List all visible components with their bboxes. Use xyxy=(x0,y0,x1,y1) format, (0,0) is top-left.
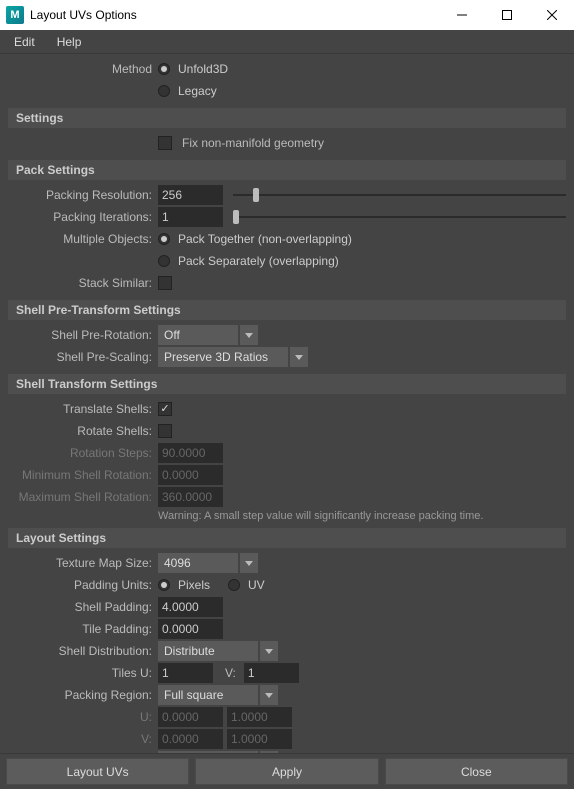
shell-distribution-label: Shell Distribution: xyxy=(8,644,158,658)
packing-iterations-slider[interactable] xyxy=(233,207,566,227)
u-min-field xyxy=(158,707,223,727)
window-title: Layout UVs Options xyxy=(30,8,137,22)
close-button[interactable] xyxy=(529,0,574,30)
shell-padding-label: Shell Padding: xyxy=(8,600,158,614)
scale-mode-dropdown[interactable]: Uniform xyxy=(158,750,278,753)
tile-padding-field[interactable] xyxy=(158,619,223,639)
packing-resolution-field[interactable] xyxy=(158,185,223,205)
method-label: Method xyxy=(8,62,158,76)
texture-map-size-value: 4096 xyxy=(158,553,238,573)
tiles-u-field[interactable] xyxy=(158,663,213,683)
pack-separately-radio[interactable] xyxy=(158,255,170,267)
packing-resolution-label: Packing Resolution: xyxy=(8,188,158,202)
chevron-down-icon xyxy=(240,553,258,573)
rotation-steps-label: Rotation Steps: xyxy=(8,446,158,460)
packing-region-value: Full square xyxy=(158,685,258,705)
menubar: Edit Help xyxy=(0,30,574,54)
shell-pre-scaling-label: Shell Pre-Scaling: xyxy=(8,350,158,364)
titlebar: M Layout UVs Options xyxy=(0,0,574,30)
texture-map-size-label: Texture Map Size: xyxy=(8,556,158,570)
app-icon: M xyxy=(6,6,24,24)
shell-pre-scaling-dropdown[interactable]: Preserve 3D Ratios xyxy=(158,346,308,368)
method-radio-unfold3d-label: Unfold3D xyxy=(178,62,228,76)
chevron-down-icon xyxy=(260,685,278,705)
content-area: Method Unfold3D Legacy Settings Fix non-… xyxy=(0,54,574,753)
menu-help[interactable]: Help xyxy=(47,33,92,51)
pack-separately-label: Pack Separately (overlapping) xyxy=(178,254,339,268)
method-radio-unfold3d[interactable] xyxy=(158,63,170,75)
rotate-shells-label: Rotate Shells: xyxy=(8,424,158,438)
tiles-v-field[interactable] xyxy=(244,663,299,683)
fix-nonmanifold-label: Fix non-manifold geometry xyxy=(182,136,324,150)
apply-button[interactable]: Apply xyxy=(195,758,378,785)
shell-distribution-dropdown[interactable]: Distribute xyxy=(158,640,278,662)
layout-uvs-button[interactable]: Layout UVs xyxy=(6,758,189,785)
padding-units-label: Padding Units: xyxy=(8,578,158,592)
close-footer-button[interactable]: Close xyxy=(385,758,568,785)
v-min-field xyxy=(158,729,223,749)
pad-units-pixels-label: Pixels xyxy=(178,578,210,592)
chevron-down-icon xyxy=(260,751,278,753)
chevron-down-icon xyxy=(260,641,278,661)
v-label: V: xyxy=(8,732,158,746)
pad-units-uv-radio[interactable] xyxy=(228,579,240,591)
pad-units-uv-label: UV xyxy=(248,578,265,592)
translate-shells-checkbox[interactable] xyxy=(158,402,172,416)
stack-similar-checkbox[interactable] xyxy=(158,276,172,290)
scale-mode-value: Uniform xyxy=(158,751,258,753)
rotation-steps-field xyxy=(158,443,223,463)
rotate-shells-checkbox[interactable] xyxy=(158,424,172,438)
section-shell-pre-transform: Shell Pre-Transform Settings xyxy=(8,300,566,320)
section-shell-transform: Shell Transform Settings xyxy=(8,374,566,394)
tile-padding-label: Tile Padding: xyxy=(8,622,158,636)
packing-region-dropdown[interactable]: Full square xyxy=(158,684,278,706)
chevron-down-icon xyxy=(240,325,258,345)
method-radio-legacy[interactable] xyxy=(158,85,170,97)
packing-region-label: Packing Region: xyxy=(8,688,158,702)
max-rotation-field xyxy=(158,487,223,507)
packing-resolution-slider[interactable] xyxy=(233,185,566,205)
pack-together-radio[interactable] xyxy=(158,233,170,245)
v-max-field xyxy=(227,729,292,749)
shell-pre-rotation-label: Shell Pre-Rotation: xyxy=(8,328,158,342)
translate-shells-label: Translate Shells: xyxy=(8,402,158,416)
pack-together-label: Pack Together (non-overlapping) xyxy=(178,232,352,246)
chevron-down-icon xyxy=(290,347,308,367)
packing-iterations-field[interactable] xyxy=(158,207,223,227)
maximize-button[interactable] xyxy=(484,0,529,30)
method-radio-legacy-label: Legacy xyxy=(178,84,217,98)
shell-pre-scaling-value: Preserve 3D Ratios xyxy=(158,347,288,367)
section-layout-settings: Layout Settings xyxy=(8,528,566,548)
max-rotation-label: Maximum Shell Rotation: xyxy=(8,490,158,504)
section-pack-settings: Pack Settings xyxy=(8,160,566,180)
tiles-v-label: V: xyxy=(225,666,236,680)
pad-units-pixels-radio[interactable] xyxy=(158,579,170,591)
shell-distribution-value: Distribute xyxy=(158,641,258,661)
u-label: U: xyxy=(8,710,158,724)
rotation-warning: Warning: A small step value will signifi… xyxy=(8,510,566,522)
footer: Layout UVs Apply Close xyxy=(0,753,574,789)
minimize-button[interactable] xyxy=(439,0,484,30)
multiple-objects-label: Multiple Objects: xyxy=(8,232,158,246)
u-max-field xyxy=(227,707,292,727)
tiles-u-label: Tiles U: xyxy=(8,666,158,680)
shell-pre-rotation-value: Off xyxy=(158,325,238,345)
fix-nonmanifold-checkbox[interactable] xyxy=(158,136,172,150)
section-settings: Settings xyxy=(8,108,566,128)
shell-padding-field[interactable] xyxy=(158,597,223,617)
texture-map-size-dropdown[interactable]: 4096 xyxy=(158,552,258,574)
shell-pre-rotation-dropdown[interactable]: Off xyxy=(158,324,258,346)
min-rotation-label: Minimum Shell Rotation: xyxy=(8,468,158,482)
stack-similar-label: Stack Similar: xyxy=(8,276,158,290)
min-rotation-field xyxy=(158,465,223,485)
menu-edit[interactable]: Edit xyxy=(4,33,45,51)
packing-iterations-label: Packing Iterations: xyxy=(8,210,158,224)
